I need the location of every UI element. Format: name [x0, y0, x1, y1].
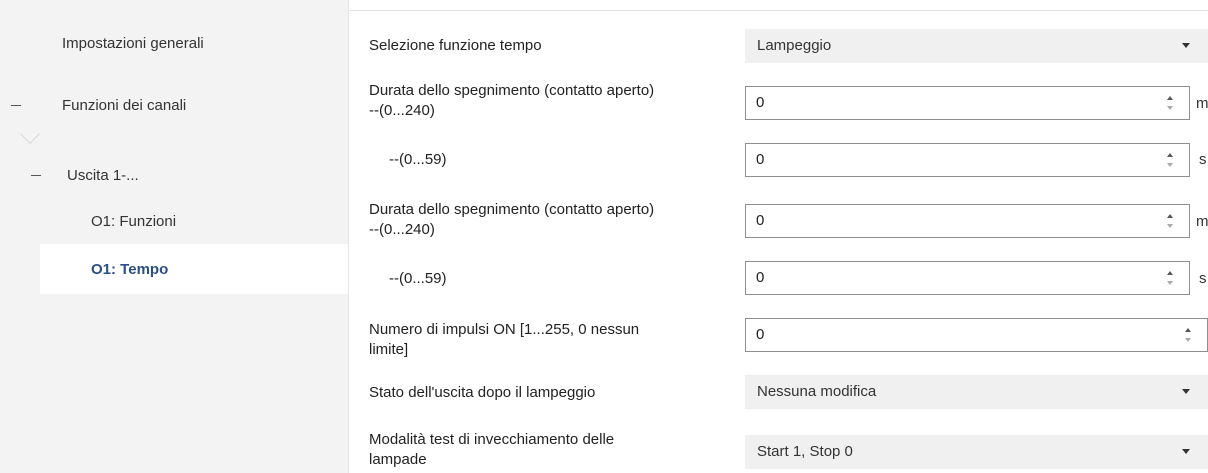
- input-value: 0: [756, 326, 765, 343]
- seconds-unit: s: [1199, 151, 1207, 168]
- input-value: 0: [756, 212, 765, 229]
- arrow-down-icon[interactable]: [1167, 281, 1173, 285]
- chevron-down-icon: [1182, 389, 1190, 394]
- label-line: limite]: [369, 341, 409, 358]
- input-value: 0: [756, 269, 765, 286]
- off-duration-1-minutes-input[interactable]: 0: [745, 86, 1190, 120]
- off-duration-1-seconds-label: --(0...59): [389, 151, 447, 168]
- off-duration-1-seconds-input[interactable]: 0: [745, 143, 1190, 177]
- arrow-up-icon[interactable]: [1167, 96, 1173, 100]
- sidebar-item-label: Impostazioni generali: [62, 34, 204, 52]
- pulse-count-input[interactable]: 0: [745, 318, 1208, 352]
- select-value: Nessuna modifica: [757, 383, 877, 400]
- off-duration-2-label: Durata dello spegnimento (contatto apert…: [369, 200, 654, 240]
- time-function-label: Selezione funzione tempo: [369, 37, 542, 54]
- aging-test-label: Modalità test di invecchiamento delle la…: [369, 430, 614, 470]
- sidebar-item-output-1[interactable]: Uscita 1-...: [0, 150, 348, 200]
- arrow-down-icon[interactable]: [1167, 224, 1173, 228]
- sidebar-item-label: O1: Funzioni: [91, 212, 177, 230]
- arrow-down-icon[interactable]: [1185, 338, 1191, 342]
- sidebar-item-general-settings[interactable]: Impostazioni generali: [0, 18, 348, 68]
- arrow-up-icon[interactable]: [1167, 153, 1173, 157]
- sidebar-item-o1-functions[interactable]: O1: Funzioni: [0, 196, 348, 246]
- label-line: Modalità test di invecchiamento delle: [369, 431, 615, 448]
- sidebar-item-label: Funzioni dei canali: [62, 96, 187, 114]
- minutes-unit: min: [1196, 213, 1208, 230]
- arrow-up-icon[interactable]: [1167, 271, 1173, 275]
- sidebar: Impostazioni generali Funzioni dei canal…: [0, 0, 348, 473]
- output-state-select[interactable]: Nessuna modifica: [745, 375, 1208, 409]
- arrow-up-icon[interactable]: [1167, 214, 1173, 218]
- off-duration-2-minutes-input[interactable]: 0: [745, 204, 1190, 238]
- input-value: 0: [756, 94, 765, 111]
- select-value: Start 1, Stop 0: [757, 443, 853, 460]
- aging-test-select[interactable]: Start 1, Stop 0: [745, 435, 1208, 469]
- label-range: --(0...240): [369, 102, 435, 119]
- select-value: Lampeggio: [757, 37, 832, 54]
- arrow-down-icon[interactable]: [1167, 106, 1173, 110]
- output-state-label: Stato dell'uscita dopo il lampeggio: [369, 384, 596, 401]
- minutes-unit: min: [1196, 95, 1208, 112]
- sidebar-item-label: O1: Tempo: [91, 260, 169, 278]
- sidebar-item-label: Uscita 1-...: [67, 166, 139, 184]
- label-line: Numero di impulsi ON [1...255, 0 nessun: [369, 321, 640, 338]
- collapse-dash-icon[interactable]: [11, 104, 21, 106]
- time-function-select[interactable]: Lampeggio: [745, 29, 1208, 63]
- arrow-up-icon[interactable]: [1185, 328, 1191, 332]
- app-window: Impostazioni generali Funzioni dei canal…: [0, 0, 1208, 473]
- chevron-down-icon: [1182, 449, 1190, 454]
- pulse-count-label: Numero di impulsi ON [1...255, 0 nessun …: [369, 320, 639, 360]
- collapse-dash-icon[interactable]: [31, 174, 41, 176]
- off-duration-1-label: Durata dello spegnimento (contatto apert…: [369, 81, 654, 121]
- label-line: Durata dello spegnimento (contatto apert…: [369, 82, 655, 99]
- input-value: 0: [756, 151, 765, 168]
- label-line: Durata dello spegnimento (contatto apert…: [369, 201, 655, 218]
- off-duration-2-seconds-input[interactable]: 0: [745, 261, 1190, 295]
- arrow-down-icon[interactable]: [1167, 163, 1173, 167]
- seconds-unit: s: [1199, 270, 1207, 287]
- sidebar-item-channel-functions[interactable]: Funzioni dei canali: [0, 80, 348, 130]
- sidebar-divider: [348, 0, 349, 473]
- off-duration-2-seconds-label: --(0...59): [389, 270, 447, 287]
- sidebar-item-o1-time[interactable]: O1: Tempo: [40, 244, 348, 294]
- chevron-down-icon: [1182, 43, 1190, 48]
- label-line: lampade: [369, 451, 427, 468]
- label-range: --(0...240): [369, 221, 435, 238]
